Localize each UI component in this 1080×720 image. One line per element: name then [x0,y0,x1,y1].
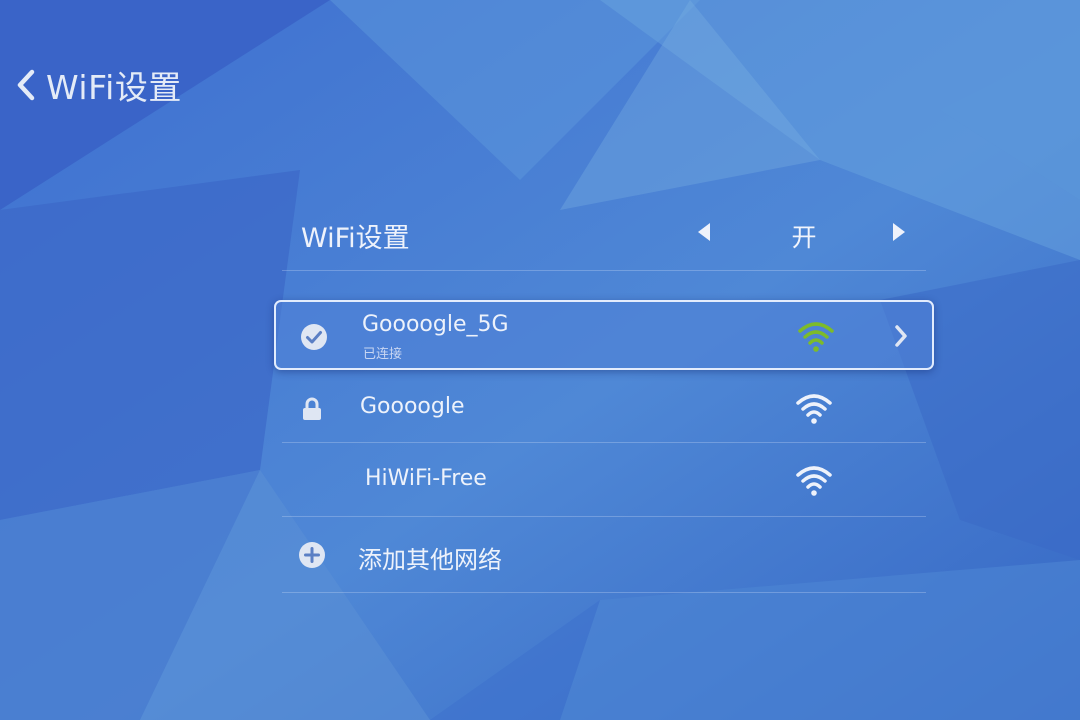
check-circle-icon [300,323,328,351]
wifi-settings-panel: WiFi设置 开 Goooogle_5G 已连接 Goooogle HiWiFi… [274,196,934,593]
divider [282,270,926,271]
add-network-button[interactable]: 添加其他网络 [274,520,934,590]
wifi-signal-icon [794,391,834,429]
triangle-left-icon[interactable] [697,222,711,246]
wifi-toggle-row[interactable]: WiFi设置 开 [274,196,934,270]
network-ssid: Goooogle [360,394,465,419]
divider [282,592,926,593]
network-ssid: HiWiFi-Free [365,466,487,491]
page-title: WiFi设置 [46,68,182,107]
network-item-goooogle[interactable]: Goooogle [274,374,934,444]
wifi-signal-icon [796,319,836,357]
chevron-left-icon [14,68,40,102]
triangle-right-icon[interactable] [892,222,906,246]
wifi-signal-icon [794,463,834,501]
network-item-hiwifi-free[interactable]: HiWiFi-Free [274,446,934,516]
add-network-label: 添加其他网络 [358,546,502,574]
divider [282,442,926,443]
network-item-goooogle-5g[interactable]: Goooogle_5G 已连接 [274,300,934,370]
network-status: 已连接 [363,347,403,362]
chevron-right-icon [893,324,909,352]
wifi-toggle-value: 开 [791,223,817,252]
wifi-toggle-label: WiFi设置 [301,223,410,254]
network-ssid: Goooogle_5G [362,312,509,337]
divider [282,516,926,517]
lock-icon [298,395,326,423]
plus-circle-icon [298,541,326,569]
back-button[interactable]: WiFi设置 [14,60,182,110]
